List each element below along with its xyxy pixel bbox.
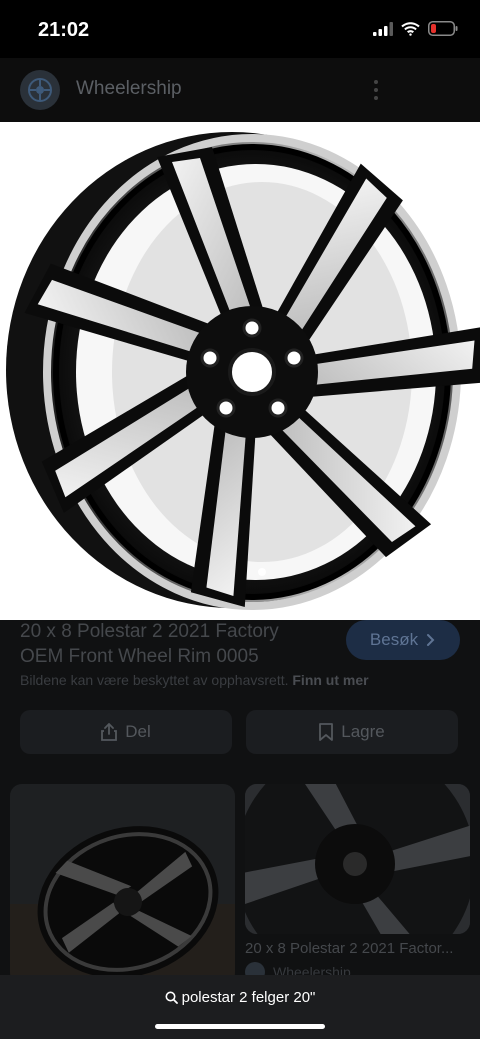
share-button[interactable]: Del [20,710,232,754]
related-image-right[interactable] [245,784,470,934]
related-wheel-photo [10,784,235,984]
share-label: Del [125,722,151,741]
search-query[interactable]: polestar 2 felger 20" [0,989,480,1006]
bookmark-icon [319,723,334,741]
learn-more-link[interactable]: Finn ut mer [292,672,368,688]
related-image-left[interactable] [10,784,235,984]
chevron-right-icon [427,634,435,646]
site-name[interactable]: Wheelership [76,78,182,100]
copyright-text: Bildene kan være beskyttet av opphavsret… [20,672,289,688]
visit-button[interactable]: Besøk [346,620,460,660]
share-icon [101,723,118,741]
related-wheel-closeup [245,784,470,934]
hero-image[interactable] [0,122,480,620]
image-title[interactable]: 20 x 8 Polestar 2 2021 Factory OEM Front… [20,619,330,669]
copyright-notice: Bildene kan være beskyttet av opphavsret… [20,672,369,688]
related-caption[interactable]: 20 x 8 Polestar 2 2021 Factor... [245,940,470,957]
bottom-search-bar[interactable]: polestar 2 felger 20" [0,975,480,1039]
image-title-line1: 20 x 8 Polestar 2 2021 Factory [20,621,279,642]
status-bar: 21:02 [0,0,480,58]
wheel-logo-icon[interactable] [20,70,60,110]
wifi-icon [401,21,420,36]
status-time: 21:02 [38,19,90,41]
status-icons [373,21,458,36]
search-query-text: polestar 2 felger 20" [181,989,316,1006]
visit-label: Besøk [369,630,419,649]
wheel-image [6,132,480,610]
battery-icon [428,21,458,36]
search-icon [165,991,178,1004]
image-title-line2: OEM Front Wheel Rim 0005 [20,646,259,667]
save-label: Lagre [341,722,385,741]
save-button[interactable]: Lagre [246,710,458,754]
more-vertical-icon[interactable] [366,74,386,106]
home-indicator[interactable] [155,1024,325,1029]
image-viewer-header: Wheelership [0,58,480,122]
signal-icon [373,21,393,36]
